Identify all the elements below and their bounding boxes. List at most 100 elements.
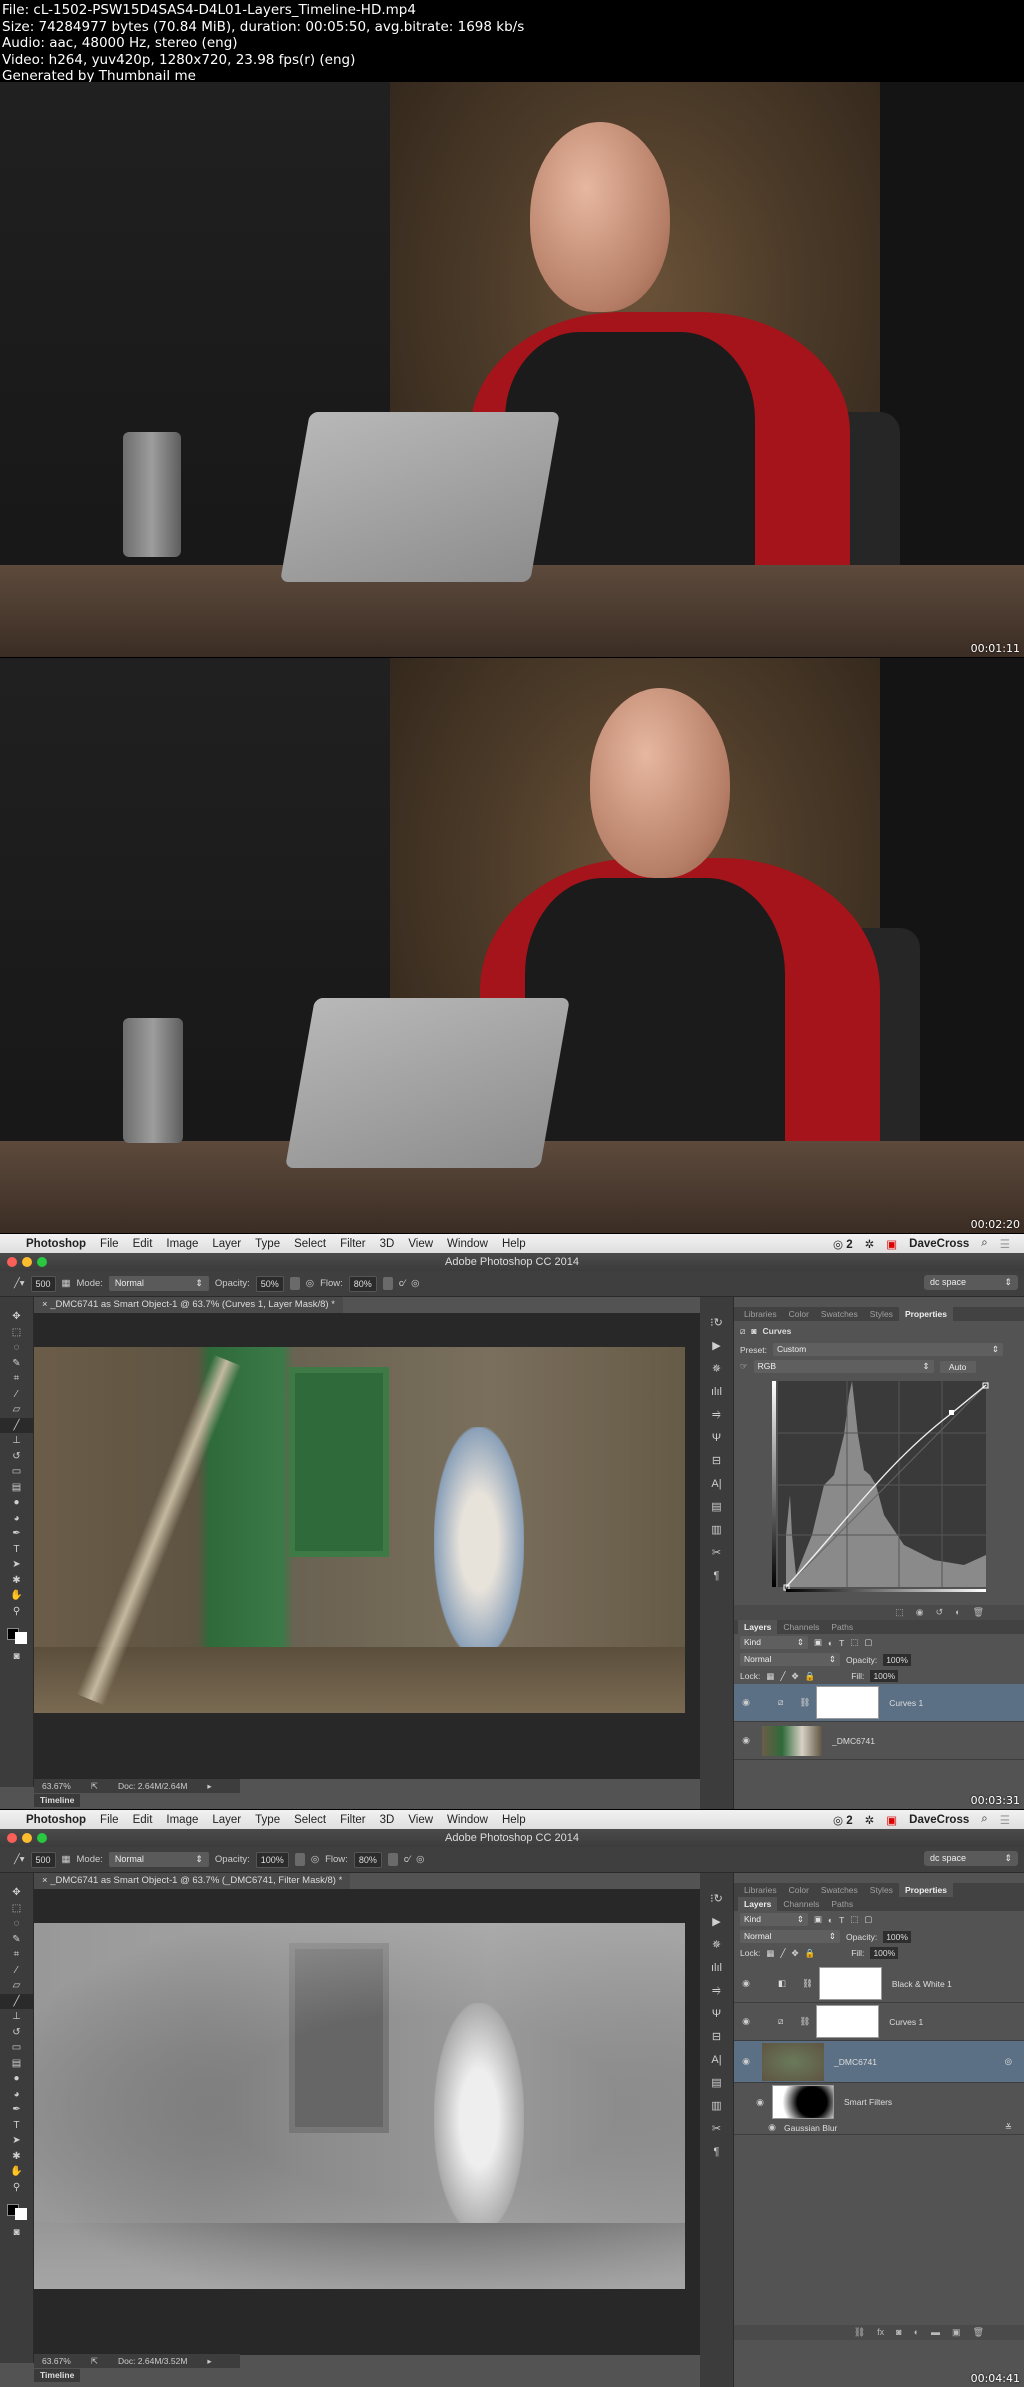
tab-libraries[interactable]: Libraries — [738, 1883, 783, 1897]
paragraph-styles-icon[interactable]: ▤ — [700, 1495, 733, 1518]
character-icon[interactable]: A| — [700, 2048, 733, 2071]
smart-filters-row[interactable]: ◉ Smart Filters — [734, 2083, 1024, 2121]
stamp-tool-icon[interactable]: ⊥ — [0, 2009, 33, 2025]
healing-tool-icon[interactable]: ▱ — [0, 1978, 33, 1994]
layer-opacity-input[interactable]: 100% — [883, 1653, 911, 1666]
zoom-level[interactable]: 63.67% — [42, 1781, 71, 1791]
lock-pixels-icon[interactable]: ▦ — [766, 1948, 774, 1959]
search-icon[interactable]: ⌕ — [981, 1237, 987, 1250]
character-icon[interactable]: A| — [700, 1472, 733, 1495]
flow-stepper[interactable] — [387, 1853, 398, 1866]
healing-tool-icon[interactable]: ▱ — [0, 1402, 33, 1418]
actions-icon[interactable]: ▶ — [700, 1334, 733, 1357]
pressure-size-icon[interactable]: ◎ — [411, 1278, 419, 1289]
tab-color[interactable]: Color — [783, 1307, 815, 1321]
search-icon[interactable]: ⌕ — [981, 1813, 987, 1826]
layer-mask-thumbnail[interactable] — [816, 2005, 880, 2038]
canada-flag-icon[interactable]: ▣ — [886, 1237, 897, 1251]
layer-thumbnail[interactable] — [762, 1725, 822, 1756]
menu-file[interactable]: File — [100, 1238, 119, 1250]
menu-image[interactable]: Image — [166, 1814, 198, 1826]
blur-tool-icon[interactable]: ● — [0, 2071, 33, 2087]
crop-tool-icon[interactable]: ⌗ — [0, 1947, 33, 1963]
layer-row[interactable]: ◉ _DMC6741 ◎ — [734, 2041, 1024, 2083]
adjustments-icon[interactable]: ✵ — [700, 1357, 733, 1380]
eye-icon[interactable]: ◉ — [734, 1735, 758, 1746]
creative-cloud-icon[interactable]: ◎ 2 — [833, 1237, 853, 1251]
menu-type[interactable]: Type — [255, 1814, 280, 1826]
pressure-opacity-icon[interactable]: ◎ — [311, 1854, 319, 1865]
clip-to-layer-icon[interactable]: ⬚ — [895, 1607, 904, 1618]
canada-flag-icon[interactable]: ▣ — [886, 1813, 897, 1827]
path-select-tool-icon[interactable]: ➤ — [0, 2133, 33, 2149]
layer-name[interactable]: Curves 1 — [889, 2017, 923, 2027]
move-tool-icon[interactable]: ✥ — [0, 1309, 33, 1325]
tab-libraries[interactable]: Libraries — [738, 1307, 783, 1321]
layer-row[interactable]: ◉ ⧄ ⛓ Curves 1 — [734, 1684, 1024, 1722]
clone-source-icon[interactable]: ⊟ — [700, 1449, 733, 1472]
timeline-tab[interactable]: Timeline — [34, 1794, 81, 1807]
type-tool-icon[interactable]: T — [0, 2118, 33, 2134]
lock-paint-icon[interactable]: ╱ — [780, 1948, 785, 1959]
paragraph-icon[interactable]: ¶ — [700, 2140, 733, 2163]
dodge-tool-icon[interactable]: ◕ — [0, 1511, 33, 1527]
tab-properties[interactable]: Properties — [898, 1883, 953, 1897]
list-icon[interactable]: ☰ — [1000, 1813, 1010, 1827]
menu-3d[interactable]: 3D — [380, 1814, 395, 1826]
creative-cloud-icon[interactable]: ◎ 2 — [833, 1813, 853, 1827]
filter-mask-thumbnail[interactable] — [772, 2085, 834, 2119]
crop-tool-icon[interactable]: ⌗ — [0, 1371, 33, 1387]
eye-icon[interactable]: ◉ — [734, 2056, 758, 2067]
workspace-select[interactable]: dc space ⇕ — [924, 1275, 1018, 1290]
menu-window[interactable]: Window — [447, 1238, 488, 1250]
eye-icon[interactable]: ◉ — [734, 2016, 758, 2027]
menu-filter[interactable]: Filter — [340, 1238, 366, 1250]
history-icon[interactable]: ⁝↻ — [700, 1887, 733, 1910]
fx-icon[interactable]: fx — [877, 2327, 884, 2338]
brushes-icon[interactable]: Ψ — [700, 1426, 733, 1449]
opacity-stepper[interactable] — [294, 1853, 305, 1866]
path-select-tool-icon[interactable]: ➤ — [0, 1557, 33, 1573]
list-icon[interactable]: ☰ — [1000, 1237, 1010, 1251]
filter-kind-select[interactable]: Kind ⇕ — [740, 1636, 808, 1649]
lock-pixels-icon[interactable]: ▦ — [766, 1671, 774, 1682]
status-menu-arrow[interactable]: ▸ — [207, 1781, 211, 1792]
lock-paint-icon[interactable]: ╱ — [780, 1671, 785, 1682]
opacity-stepper[interactable] — [289, 1277, 300, 1290]
layer-mask-thumbnail[interactable] — [816, 1686, 880, 1719]
layer-name[interactable]: Black & White 1 — [892, 1979, 952, 1989]
document-canvas-area[interactable] — [34, 1313, 700, 1779]
brush-presets-icon[interactable]: ⥤ — [700, 1403, 733, 1426]
lock-position-icon[interactable]: ✥ — [791, 1671, 798, 1682]
marquee-tool-icon[interactable]: ⬚ — [0, 1901, 33, 1917]
fill-input[interactable]: 100% — [870, 1670, 899, 1682]
tab-channels[interactable]: Channels — [777, 1897, 825, 1911]
marquee-tool-icon[interactable]: ⬚ — [0, 1325, 33, 1341]
histogram-icon[interactable]: ılıl — [700, 1956, 733, 1979]
tab-channels[interactable]: Channels — [777, 1620, 825, 1634]
menu-edit[interactable]: Edit — [133, 1238, 153, 1250]
document-tab[interactable]: × _DMC6741 as Smart Object-1 @ 63.7% (_D… — [34, 1873, 351, 1889]
eye-icon[interactable]: ◉ — [760, 2122, 784, 2133]
filter-name[interactable]: Gaussian Blur — [784, 2123, 837, 2133]
close-button[interactable] — [7, 1257, 17, 1267]
tab-styles[interactable]: Styles — [864, 1883, 899, 1897]
menu-view[interactable]: View — [408, 1814, 433, 1826]
timeline-tab[interactable]: Timeline — [34, 2369, 81, 2382]
workspace-select[interactable]: dc space ⇕ — [924, 1851, 1018, 1866]
new-adjustment-icon[interactable]: ◐ — [914, 2327, 919, 2338]
menu-filter[interactable]: Filter — [340, 1814, 366, 1826]
eyedropper-tool-icon[interactable]: ⁄ — [0, 1963, 33, 1979]
menu-photoshop[interactable]: Photoshop — [26, 1814, 86, 1826]
filter-row[interactable]: ◉ Gaussian Blur ≚ — [734, 2121, 1024, 2135]
notes-icon[interactable]: ▥ — [700, 1518, 733, 1541]
zoom-level[interactable]: 63.67% — [42, 2356, 71, 2366]
status-menu-arrow[interactable]: ▸ — [207, 2356, 211, 2367]
minimize-button[interactable] — [22, 1833, 32, 1843]
layer-name[interactable]: Curves 1 — [889, 1698, 923, 1708]
add-mask-icon[interactable]: ◙ — [896, 2327, 901, 2338]
layer-row[interactable]: ◉ ⧄ ⛓ Curves 1 — [734, 2003, 1024, 2041]
filter-adjustment-icon[interactable]: ◐ — [828, 1638, 833, 1648]
layer-row[interactable]: ◉ ◧ ⛓ Black & White 1 — [734, 1965, 1024, 2003]
menu-3d[interactable]: 3D — [380, 1238, 395, 1250]
